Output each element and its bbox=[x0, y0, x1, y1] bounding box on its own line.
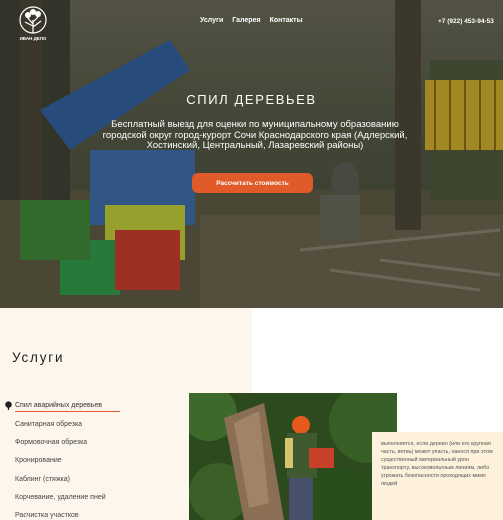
service-description-text: выполняется, если дерево (или его крупна… bbox=[381, 441, 493, 488]
svg-text:ИВАН ДЕЛО: ИВАН ДЕЛО bbox=[20, 36, 47, 41]
calculate-cost-button[interactable]: Рассчитать стоимость bbox=[192, 173, 313, 193]
nav-link-services[interactable]: Услуги bbox=[200, 17, 223, 24]
services-title: Услуги bbox=[12, 350, 65, 365]
main-nav: Услуги Галерея Контакты bbox=[200, 17, 303, 24]
hero-title: СПИЛ ДЕРЕВЬЕВ bbox=[186, 92, 317, 107]
tree-bullet-icon bbox=[5, 401, 12, 410]
nav-link-contacts[interactable]: Контакты bbox=[270, 17, 303, 24]
service-item-land-clearing[interactable]: Расчистка участков bbox=[15, 512, 79, 519]
phone-number[interactable]: +7 (922) 453-94-53 bbox=[438, 18, 494, 25]
active-service-underline bbox=[15, 411, 120, 412]
service-item-crowning[interactable]: Кронирование bbox=[15, 457, 62, 464]
nav-link-gallery[interactable]: Галерея bbox=[232, 17, 260, 24]
service-item-formative-pruning[interactable]: Формовочная обрезка bbox=[15, 439, 87, 446]
hero-section: ИВАН ДЕЛО Услуги Галерея Контакты +7 (92… bbox=[0, 0, 503, 308]
service-item-cabling[interactable]: Каблинг (стяжка) bbox=[15, 476, 70, 483]
tree-logo-icon[interactable]: ИВАН ДЕЛО bbox=[17, 6, 49, 44]
service-item-emergency-felling[interactable]: Спил аварийных деревьев bbox=[15, 402, 102, 409]
service-photo bbox=[189, 393, 397, 520]
service-item-sanitary-pruning[interactable]: Санитарная обрезка bbox=[15, 421, 82, 428]
service-item-stump-removal[interactable]: Корчевание, удаление пней bbox=[15, 494, 106, 501]
hero-subtitle: Бесплатный выезд для оценки по муниципал… bbox=[102, 119, 408, 151]
service-description-card: выполняется, если дерево (или его крупна… bbox=[372, 432, 503, 520]
hero-overlay bbox=[0, 0, 503, 308]
